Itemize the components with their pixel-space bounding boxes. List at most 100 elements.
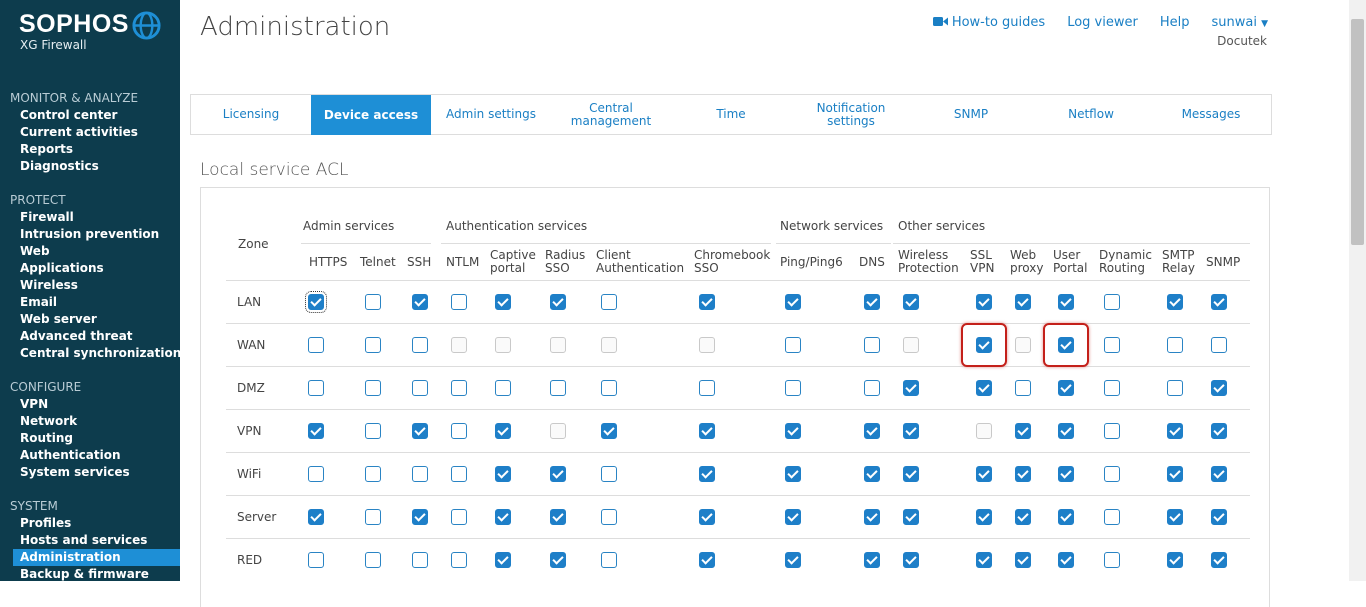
acl-checkbox[interactable] <box>365 380 381 396</box>
sidebar-item-intrusion-prevention[interactable]: Intrusion prevention <box>0 226 180 243</box>
acl-checkbox[interactable] <box>976 509 992 525</box>
acl-checkbox[interactable] <box>1167 337 1183 353</box>
acl-checkbox[interactable] <box>451 423 467 439</box>
sidebar-item-firewall[interactable]: Firewall <box>0 209 180 226</box>
acl-checkbox[interactable] <box>864 423 880 439</box>
sidebar-item-web[interactable]: Web <box>0 243 180 260</box>
acl-checkbox[interactable] <box>1058 380 1074 396</box>
acl-checkbox[interactable] <box>864 380 880 396</box>
acl-checkbox[interactable] <box>495 509 511 525</box>
sidebar-item-applications[interactable]: Applications <box>0 260 180 277</box>
acl-checkbox[interactable] <box>412 509 428 525</box>
acl-checkbox[interactable] <box>1167 509 1183 525</box>
scrollbar[interactable] <box>1349 0 1366 581</box>
help-link[interactable]: Help <box>1160 15 1190 30</box>
logo[interactable]: SOPHOS XG Firewall <box>19 10 129 52</box>
acl-checkbox[interactable] <box>976 380 992 396</box>
acl-checkbox[interactable] <box>365 294 381 310</box>
tab-netflow[interactable]: Netflow <box>1031 95 1151 134</box>
acl-checkbox[interactable] <box>1015 466 1031 482</box>
sidebar-item-email[interactable]: Email <box>0 294 180 311</box>
log-viewer-link[interactable]: Log viewer <box>1067 15 1138 30</box>
acl-checkbox[interactable] <box>699 294 715 310</box>
acl-checkbox[interactable] <box>308 509 324 525</box>
sidebar-item-routing[interactable]: Routing <box>0 430 180 447</box>
acl-checkbox[interactable] <box>1104 466 1120 482</box>
acl-checkbox[interactable] <box>601 423 617 439</box>
tab-messages[interactable]: Messages <box>1151 95 1271 134</box>
sidebar-item-wireless[interactable]: Wireless <box>0 277 180 294</box>
acl-checkbox[interactable] <box>601 552 617 568</box>
acl-checkbox[interactable] <box>903 380 919 396</box>
tab-central-management[interactable]: Central management <box>551 95 671 134</box>
acl-checkbox[interactable] <box>1211 294 1227 310</box>
sidebar-item-diagnostics[interactable]: Diagnostics <box>0 158 180 175</box>
acl-checkbox[interactable] <box>365 423 381 439</box>
acl-checkbox[interactable] <box>550 466 566 482</box>
acl-checkbox[interactable] <box>785 466 801 482</box>
acl-checkbox[interactable] <box>976 552 992 568</box>
sidebar-item-network[interactable]: Network <box>0 413 180 430</box>
acl-checkbox[interactable] <box>550 294 566 310</box>
acl-checkbox[interactable] <box>601 466 617 482</box>
acl-checkbox[interactable] <box>1167 380 1183 396</box>
acl-checkbox[interactable] <box>903 466 919 482</box>
acl-checkbox[interactable] <box>1015 552 1031 568</box>
sidebar-item-vpn[interactable]: VPN <box>0 396 180 413</box>
acl-checkbox[interactable] <box>308 380 324 396</box>
acl-checkbox[interactable] <box>699 423 715 439</box>
acl-checkbox[interactable] <box>1058 423 1074 439</box>
acl-checkbox[interactable] <box>864 552 880 568</box>
acl-checkbox[interactable] <box>1211 509 1227 525</box>
acl-checkbox[interactable] <box>365 552 381 568</box>
acl-checkbox[interactable] <box>495 380 511 396</box>
tab-notification-settings[interactable]: Notification settings <box>791 95 911 134</box>
acl-checkbox[interactable] <box>976 294 992 310</box>
acl-checkbox[interactable] <box>412 294 428 310</box>
acl-checkbox[interactable] <box>550 509 566 525</box>
acl-checkbox[interactable] <box>785 294 801 310</box>
tab-snmp[interactable]: SNMP <box>911 95 1031 134</box>
sidebar-item-advanced-threat[interactable]: Advanced threat <box>0 328 180 345</box>
acl-checkbox[interactable] <box>1211 552 1227 568</box>
acl-checkbox[interactable] <box>1104 509 1120 525</box>
acl-checkbox[interactable] <box>308 466 324 482</box>
acl-checkbox[interactable] <box>495 294 511 310</box>
acl-checkbox[interactable] <box>1058 509 1074 525</box>
acl-checkbox[interactable] <box>601 509 617 525</box>
acl-checkbox[interactable] <box>976 466 992 482</box>
acl-checkbox[interactable] <box>495 466 511 482</box>
sidebar-item-profiles[interactable]: Profiles <box>0 515 180 532</box>
acl-checkbox[interactable] <box>864 337 880 353</box>
tab-admin-settings[interactable]: Admin settings <box>431 95 551 134</box>
acl-checkbox[interactable] <box>365 509 381 525</box>
acl-checkbox[interactable] <box>699 509 715 525</box>
acl-checkbox[interactable] <box>1211 337 1227 353</box>
tab-device-access[interactable]: Device access <box>311 95 431 135</box>
acl-checkbox[interactable] <box>1104 337 1120 353</box>
acl-checkbox[interactable] <box>864 294 880 310</box>
acl-checkbox[interactable] <box>785 552 801 568</box>
acl-checkbox[interactable] <box>451 509 467 525</box>
sidebar-item-control-center[interactable]: Control center <box>0 107 180 124</box>
sidebar-item-authentication[interactable]: Authentication <box>0 447 180 464</box>
acl-checkbox[interactable] <box>903 294 919 310</box>
acl-checkbox[interactable] <box>601 294 617 310</box>
acl-checkbox[interactable] <box>412 466 428 482</box>
acl-checkbox[interactable] <box>699 552 715 568</box>
acl-checkbox[interactable] <box>1058 294 1074 310</box>
acl-checkbox[interactable] <box>1167 466 1183 482</box>
sidebar-item-hosts-and-services[interactable]: Hosts and services <box>0 532 180 549</box>
sidebar-item-central-synchronization[interactable]: Central synchronization <box>0 345 180 362</box>
sidebar-item-web-server[interactable]: Web server <box>0 311 180 328</box>
acl-checkbox[interactable] <box>601 380 617 396</box>
acl-checkbox[interactable] <box>308 552 324 568</box>
acl-checkbox[interactable] <box>1058 552 1074 568</box>
acl-checkbox[interactable] <box>1015 294 1031 310</box>
acl-checkbox[interactable] <box>412 552 428 568</box>
acl-checkbox[interactable] <box>451 466 467 482</box>
sidebar-item-reports[interactable]: Reports <box>0 141 180 158</box>
acl-checkbox[interactable] <box>1211 380 1227 396</box>
tab-time[interactable]: Time <box>671 95 791 134</box>
acl-checkbox[interactable] <box>550 552 566 568</box>
